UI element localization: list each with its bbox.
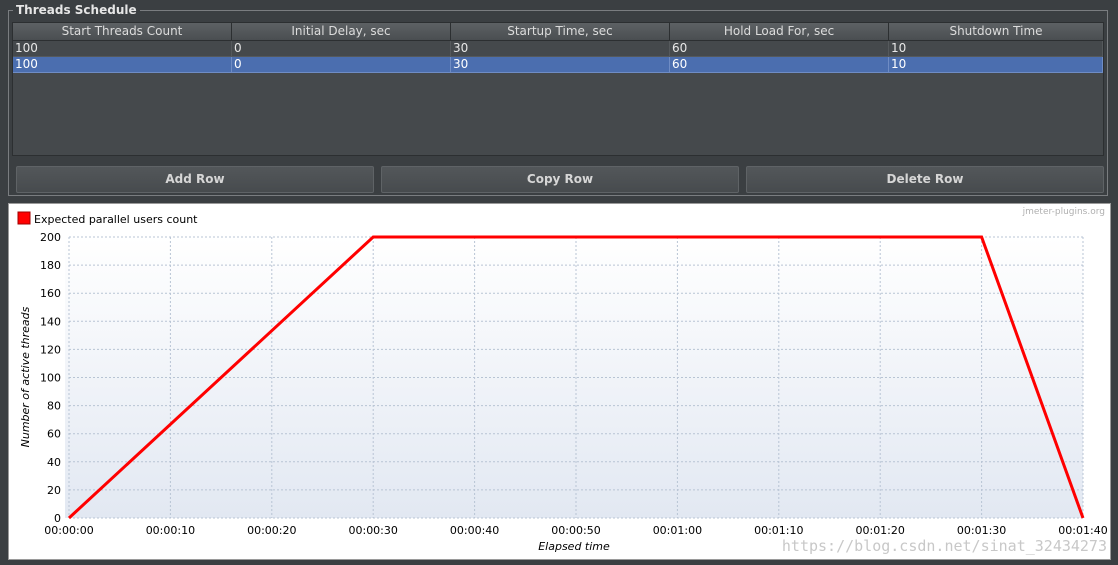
- x-tick-label: 00:00:20: [247, 524, 296, 537]
- x-tick-label: 00:01:40: [1058, 524, 1107, 537]
- delete-row-button[interactable]: Delete Row: [746, 166, 1104, 193]
- table-cell[interactable]: 0: [232, 57, 451, 73]
- x-tick-label: 00:01:00: [653, 524, 702, 537]
- table-cell[interactable]: 30: [451, 57, 670, 73]
- y-tick-labels: 020406080100120140160180200: [40, 231, 61, 525]
- column-header-startup-time[interactable]: Startup Time, sec: [451, 23, 670, 41]
- table-cell[interactable]: 10: [889, 41, 1103, 57]
- table-cell[interactable]: 100: [13, 41, 232, 57]
- table-cell[interactable]: 30: [451, 41, 670, 57]
- y-axis-title: Number of active threads: [19, 306, 32, 447]
- y-tick-label: 140: [40, 315, 61, 328]
- x-axis-title: Elapsed time: [538, 540, 610, 553]
- column-header-start-threads[interactable]: Start Threads Count: [13, 23, 232, 41]
- threads-schedule-title: Threads Schedule: [13, 3, 140, 17]
- table-cell[interactable]: 60: [670, 41, 889, 57]
- x-tick-label: 00:00:30: [348, 524, 397, 537]
- column-header-hold-load[interactable]: Hold Load For, sec: [670, 23, 889, 41]
- y-tick-label: 40: [47, 456, 61, 469]
- x-tick-labels: 00:00:00 00:00:10 00:00:20 00:00:30 00:00:40…: [44, 524, 1107, 537]
- y-tick-label: 20: [47, 484, 61, 497]
- copy-row-button[interactable]: Copy Row: [381, 166, 739, 193]
- table-row[interactable]: 100 0 30 60 10: [13, 41, 1103, 57]
- table-header: Start Threads Count Initial Delay, sec S…: [13, 23, 1103, 41]
- x-tick-label: 00:01:10: [754, 524, 803, 537]
- table-cell[interactable]: 10: [889, 57, 1103, 73]
- x-tick-label: 00:01:20: [855, 524, 904, 537]
- y-tick-label: 120: [40, 343, 61, 356]
- y-tick-label: 180: [40, 259, 61, 272]
- x-tick-label: 00:00:00: [44, 524, 93, 537]
- x-tick-label: 00:00:10: [146, 524, 195, 537]
- chart-canvas: 020406080100120140160180200 00:00:00 00:0…: [17, 207, 1108, 555]
- y-tick-label: 200: [40, 231, 61, 244]
- table-row-selected[interactable]: 100 0 30 60 10: [13, 57, 1103, 73]
- column-header-initial-delay[interactable]: Initial Delay, sec: [232, 23, 451, 41]
- y-tick-label: 80: [47, 400, 61, 413]
- legend-label: Expected parallel users count: [34, 213, 198, 226]
- column-header-shutdown-time[interactable]: Shutdown Time: [889, 23, 1103, 41]
- table-cell[interactable]: 100: [13, 57, 232, 73]
- y-tick-label: 60: [47, 428, 61, 441]
- csdn-watermark: https://blog.csdn.net/sinat_32434273: [782, 537, 1107, 555]
- table-cell[interactable]: 60: [670, 57, 889, 73]
- y-tick-label: 100: [40, 372, 61, 385]
- y-tick-label: 160: [40, 287, 61, 300]
- x-tick-label: 00:00:50: [551, 524, 600, 537]
- legend-swatch: [17, 211, 31, 225]
- jmeter-plugins-watermark: jmeter-plugins.org: [1022, 207, 1105, 217]
- expected-users-chart: 0 20 40 60 80 100 120 140 160 180 200 00:00:00 00:0…: [8, 203, 1111, 560]
- threads-schedule-table: Start Threads Count Initial Delay, sec S…: [12, 22, 1104, 156]
- x-tick-label: 00:01:30: [957, 524, 1006, 537]
- x-tick-label: 00:00:40: [450, 524, 499, 537]
- threads-schedule-panel: Threads Schedule Start Threads Count Ini…: [8, 3, 1108, 196]
- add-row-button[interactable]: Add Row: [16, 166, 374, 193]
- table-cell[interactable]: 0: [232, 41, 451, 57]
